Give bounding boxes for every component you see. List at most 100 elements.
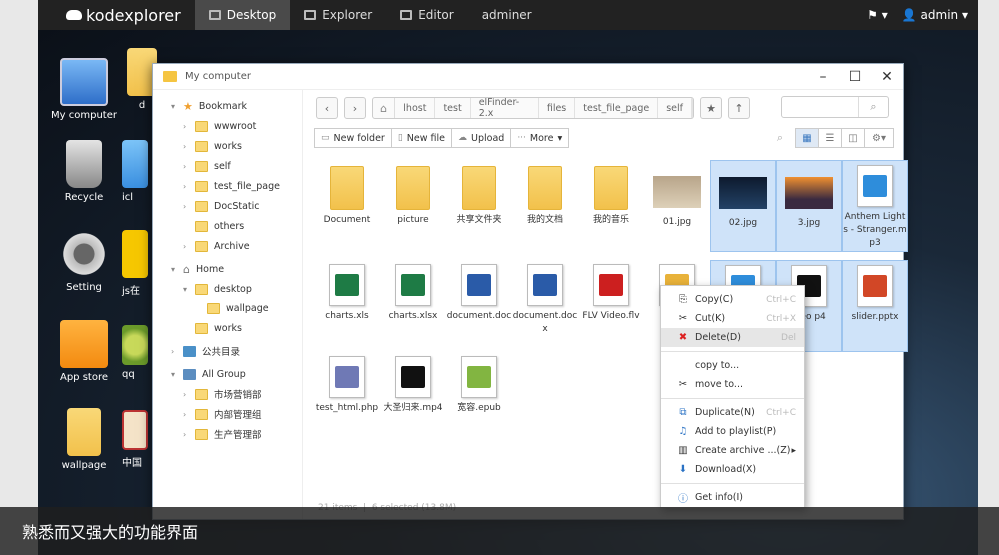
tree-item[interactable]: › self [183, 157, 231, 175]
address-input[interactable] [692, 98, 693, 118]
file-item[interactable]: Document [314, 160, 380, 227]
list-view-button[interactable]: ☰ [818, 128, 842, 148]
home-icon[interactable]: ⌂ [373, 98, 396, 118]
desktop-icon-label: qq [122, 369, 135, 380]
tree-item-desktop[interactable]: ▾ desktop [183, 280, 252, 298]
file-item[interactable]: 共享文件夹 [446, 160, 512, 227]
tree-item[interactable]: › wwwroot [183, 117, 256, 135]
brand-logo[interactable]: kodexplorer [38, 0, 195, 30]
menu-item-get-info[interactable]: ⓘ Get info(I) [661, 488, 804, 507]
back-button[interactable]: ‹ [316, 97, 338, 119]
zoom-icon[interactable]: ⌕ [777, 131, 783, 145]
tab-desktop[interactable]: Desktop [194, 0, 291, 30]
menu-item-add-to-playlist[interactable]: ♫ Add to playlist(P) [661, 422, 804, 441]
tree-bookmark[interactable]: ▾ ★ Bookmark [171, 97, 247, 115]
file-item[interactable]: charts.xlsx [380, 260, 446, 323]
file-type-badge [863, 175, 887, 197]
file-item[interactable]: document.docx [512, 260, 578, 336]
tab-adminer[interactable]: adminer [468, 0, 546, 30]
search-icon[interactable]: ⌕ [858, 97, 888, 117]
search-input[interactable]: ⌕ [781, 96, 889, 118]
tree-label: All Group [202, 368, 246, 380]
copy-icon: ⎘ [679, 294, 687, 305]
tree-label: 市场营销部 [214, 390, 262, 401]
cut-icon: ✂ [678, 313, 688, 324]
flag-menu-icon[interactable]: ⚑ ▾ [867, 8, 888, 22]
tree-item[interactable]: › 内部管理组 [183, 405, 262, 423]
window-titlebar[interactable]: My computer – ☐ ✕ [153, 64, 903, 90]
tab-editor[interactable]: Editor [386, 0, 468, 30]
close-button[interactable]: ✕ [871, 69, 903, 85]
upload-button[interactable]: ☁ Upload [451, 128, 512, 148]
breadcrumb-item[interactable]: elFinder-2.x [471, 98, 539, 118]
desktop-icon-wallpage[interactable]: wallpage [44, 408, 124, 471]
desktop-icon-label: My computer [51, 110, 117, 121]
file-item[interactable]: 大圣归来.mp4 [380, 352, 446, 415]
menu-label: Copy(C) [695, 294, 734, 305]
tree-item[interactable]: others [193, 217, 244, 235]
breadcrumb-item[interactable]: self [658, 98, 692, 118]
image-icon [653, 176, 701, 208]
desktop-icon-js[interactable]: js在 [122, 230, 152, 297]
menu-item-copy[interactable]: ⎘ Copy(C) Ctrl+C [661, 290, 804, 309]
tree-home[interactable]: ▾ ⌂ Home [171, 260, 224, 278]
desktop-icon-qq[interactable]: qq [122, 325, 152, 380]
desktop-icon-china[interactable]: 中国 [122, 410, 152, 469]
menu-item-copy-to[interactable]: copy to... [661, 356, 804, 375]
menu-item-create-archive[interactable]: ▥ Create archive ...(Z) ▸ [661, 441, 804, 460]
breadcrumb-item[interactable]: test_file_page [575, 98, 659, 118]
tab-explorer[interactable]: Explorer [290, 0, 386, 30]
computer-icon [60, 58, 108, 106]
file-item[interactable]: 01.jpg [644, 160, 710, 229]
file-item[interactable]: document.doc [446, 260, 512, 323]
new-folder-button[interactable]: ▭ New folder [314, 128, 392, 148]
tree-item[interactable]: › 市场营销部 [183, 385, 262, 403]
tree-item[interactable]: › Archive [183, 237, 250, 255]
new-file-button[interactable]: ▯ New file [390, 128, 453, 148]
more-button[interactable]: ··· More ▾ [510, 128, 570, 148]
tree-item[interactable]: › DocStatic [183, 197, 260, 215]
menu-item-duplicate[interactable]: ⧉ Duplicate(N) Ctrl+C [661, 403, 804, 422]
user-menu[interactable]: 👤 admin ▾ [902, 8, 968, 22]
menu-item-cut[interactable]: ✂ Cut(K) Ctrl+X [661, 309, 804, 328]
star-icon[interactable]: ★ [700, 97, 722, 119]
explorer-icon [304, 10, 317, 20]
menu-label: Add to playlist(P) [695, 426, 777, 437]
menu-item-move-to[interactable]: ✂ move to... [661, 375, 804, 394]
minimize-button[interactable]: – [807, 69, 839, 85]
forward-button[interactable]: › [344, 97, 366, 119]
file-item[interactable]: 3.jpg [776, 160, 842, 252]
tree-item[interactable]: › works [183, 137, 242, 155]
menu-item-download[interactable]: ⬇ Download(X) [661, 460, 804, 479]
desktop-icon-app-store[interactable]: App store [44, 320, 124, 383]
settings-dropdown[interactable]: ⚙▾ [864, 128, 894, 148]
grid-view-button[interactable]: ▦ [795, 128, 819, 148]
file-item[interactable]: charts.xls [314, 260, 380, 323]
tree-all-group[interactable]: ▾ All Group [171, 365, 246, 383]
breadcrumb-item[interactable]: test [435, 98, 471, 118]
breadcrumb-item[interactable]: files [539, 98, 576, 118]
up-arrow-icon[interactable]: ↑ [728, 97, 750, 119]
file-item[interactable]: 我的文档 [512, 160, 578, 227]
file-item[interactable]: 02.jpg [710, 160, 776, 252]
file-item[interactable]: test_html.php [314, 352, 380, 415]
file-item[interactable]: 我的音乐 [578, 160, 644, 227]
breadcrumb-item[interactable]: lhost [395, 98, 436, 118]
download-icon: ⬇ [678, 464, 688, 475]
file-item[interactable]: FLV Video.flv [578, 260, 644, 323]
split-view-button[interactable]: ◫ [841, 128, 865, 148]
file-item[interactable]: picture [380, 160, 446, 227]
maximize-button[interactable]: ☐ [839, 69, 871, 85]
file-item[interactable]: Anthem Lights - Stranger.mp3 [842, 160, 908, 252]
tree-item-wallpage[interactable]: wallpage [205, 299, 269, 317]
menu-item-delete[interactable]: ✖ Delete(D) Del [661, 328, 804, 347]
file-item[interactable]: slider.pptx [842, 260, 908, 352]
tree-item[interactable]: › 生产管理部 [183, 425, 262, 443]
file-item[interactable]: 宽容.epub [446, 352, 512, 415]
tree-item[interactable]: › test_file_page [183, 177, 280, 195]
desktop-icon-setting[interactable]: Setting [44, 230, 124, 293]
tree-item-works[interactable]: works [193, 319, 242, 337]
desktop-icon-recycle[interactable]: Recycle [44, 140, 124, 203]
desktop-icon-icl[interactable]: icl [122, 140, 152, 203]
tree-public[interactable]: › 公共目录 [171, 342, 240, 360]
